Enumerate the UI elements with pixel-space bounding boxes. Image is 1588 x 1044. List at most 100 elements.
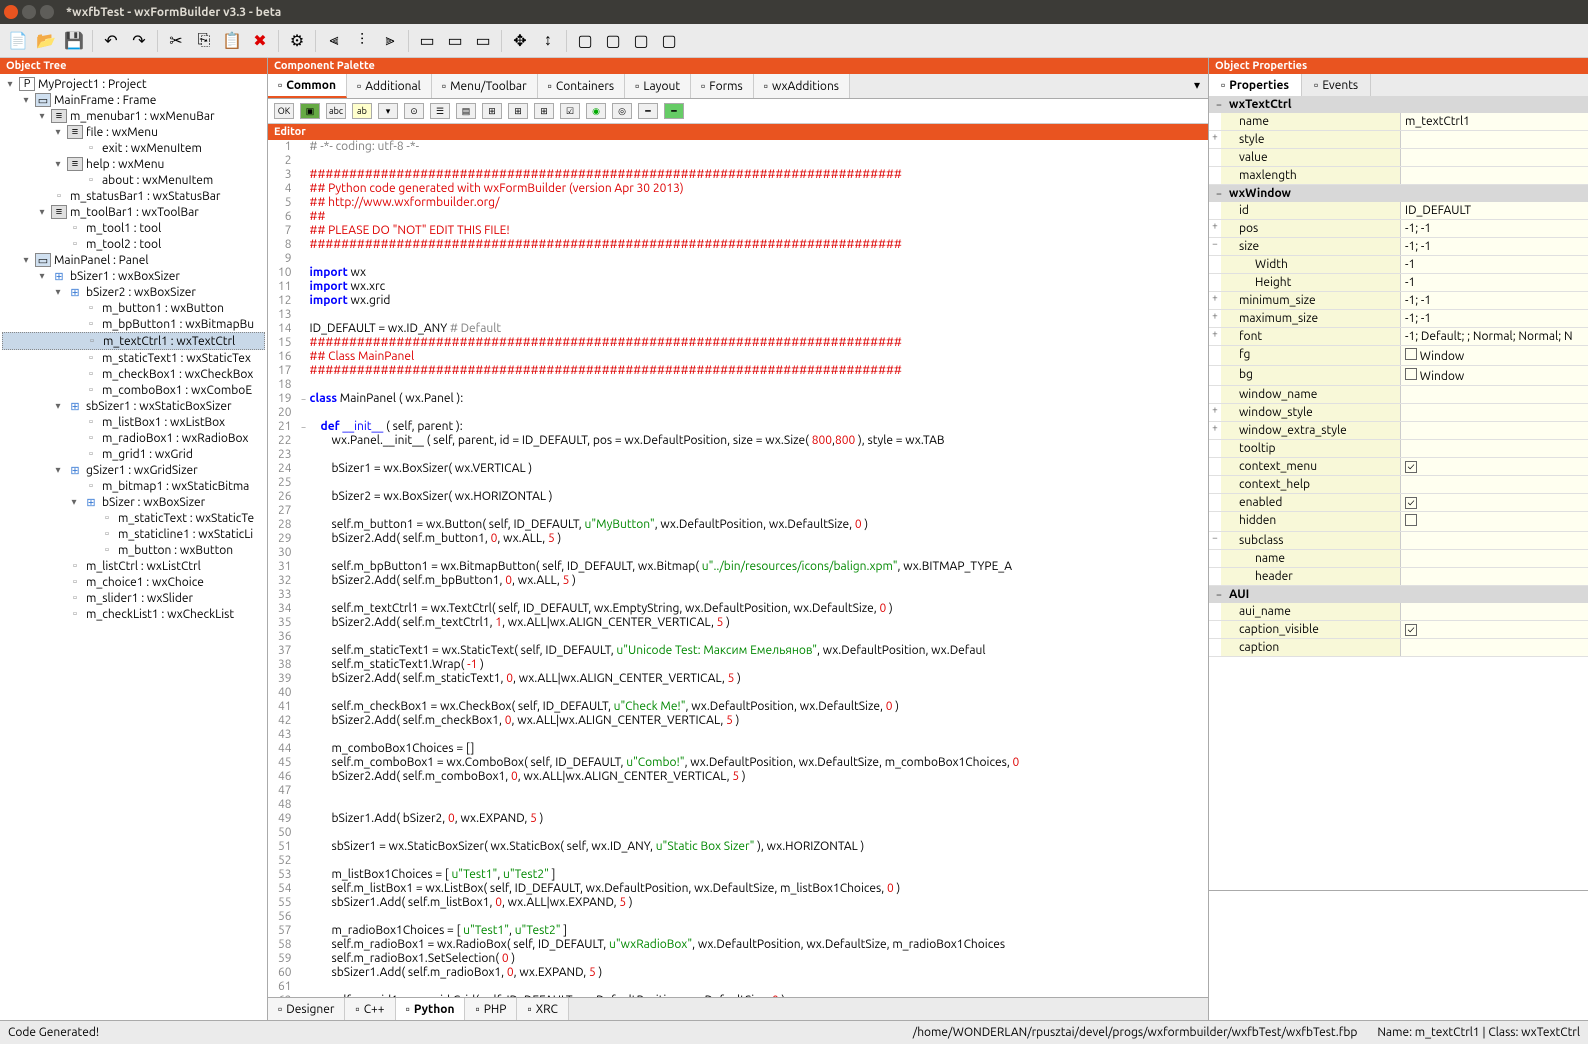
property-row[interactable]: context_help bbox=[1209, 476, 1588, 494]
property-row[interactable]: +pos-1; -1 bbox=[1209, 220, 1588, 238]
new-file-icon[interactable]: 📄 bbox=[6, 29, 30, 53]
property-row[interactable]: +font-1; Default; ; Normal; Normal; N bbox=[1209, 328, 1588, 346]
combobox-icon[interactable]: ▾ bbox=[378, 103, 398, 119]
grid2-icon[interactable]: ⊞ bbox=[508, 103, 528, 119]
tree-item[interactable]: ▫m_choice1 : wxChoice bbox=[2, 574, 265, 590]
slider-icon[interactable]: ━ bbox=[638, 103, 658, 119]
tree-item[interactable]: ▫m_staticText1 : wxStaticTex bbox=[2, 350, 265, 366]
palette-tab[interactable]: ▫Layout bbox=[625, 74, 691, 98]
palette-tab[interactable]: ▫Additional bbox=[347, 74, 432, 98]
property-row[interactable]: name bbox=[1209, 550, 1588, 568]
tree-item[interactable]: ▾PMyProject1 : Project bbox=[2, 76, 265, 92]
property-row[interactable]: +window_style bbox=[1209, 404, 1588, 422]
undo-icon[interactable]: ↶ bbox=[99, 29, 123, 53]
palette-dropdown-icon[interactable]: ▾ bbox=[1186, 74, 1208, 98]
listbox-icon[interactable]: ☰ bbox=[430, 103, 450, 119]
property-row[interactable]: Width-1 bbox=[1209, 256, 1588, 274]
border-icon[interactable]: ▢ bbox=[573, 29, 597, 53]
radiobox-icon[interactable]: ◎ bbox=[612, 103, 632, 119]
stretch-icon[interactable]: ↕ bbox=[536, 29, 560, 53]
property-row[interactable]: enabled✓ bbox=[1209, 494, 1588, 512]
align-right-icon[interactable]: ⫸ bbox=[378, 29, 402, 53]
editor-tab[interactable]: ▫Python bbox=[396, 998, 466, 1020]
button-widget-icon[interactable]: OK bbox=[274, 103, 294, 119]
property-row[interactable]: context_menu✓ bbox=[1209, 458, 1588, 476]
tree-item[interactable]: ▫m_comboBox1 : wxComboE bbox=[2, 382, 265, 398]
tree-item[interactable]: ▫m_button1 : wxButton bbox=[2, 300, 265, 316]
tree-item[interactable]: ▫m_listBox1 : wxListBox bbox=[2, 414, 265, 430]
editor-tab[interactable]: ▫XRC bbox=[517, 998, 568, 1020]
tree-item[interactable]: ▾⊞bSizer : wxBoxSizer bbox=[2, 494, 265, 510]
tree-item[interactable]: ▫m_checkList1 : wxCheckList bbox=[2, 606, 265, 622]
property-row[interactable]: aui_name bbox=[1209, 603, 1588, 621]
property-category[interactable]: −wxTextCtrl bbox=[1209, 96, 1588, 113]
window-close-button[interactable] bbox=[4, 5, 18, 19]
tree-item[interactable]: ▾▭MainFrame : Frame bbox=[2, 92, 265, 108]
border-icon[interactable]: ▢ bbox=[601, 29, 625, 53]
textctrl-icon[interactable]: ab bbox=[352, 103, 372, 119]
window-minimize-button[interactable] bbox=[22, 5, 36, 19]
tree-item[interactable]: ▫m_checkBox1 : wxCheckBox bbox=[2, 366, 265, 382]
palette-tab[interactable]: ▫Containers bbox=[538, 74, 626, 98]
tree-item[interactable]: ▾⊞bSizer1 : wxBoxSizer bbox=[2, 268, 265, 284]
property-tab[interactable]: ▫Events bbox=[1302, 74, 1371, 96]
border-icon[interactable]: ▢ bbox=[629, 29, 653, 53]
tree-item[interactable]: ▫m_tool2 : tool bbox=[2, 236, 265, 252]
window-maximize-button[interactable] bbox=[40, 5, 54, 19]
bitmap-button-icon[interactable]: ▣ bbox=[300, 103, 320, 119]
layout-icon[interactable]: ▭ bbox=[443, 29, 467, 53]
checkbox-icon[interactable]: ☑ bbox=[560, 103, 580, 119]
property-row[interactable]: caption_visible✓ bbox=[1209, 621, 1588, 639]
tree-item[interactable]: ▾≡file : wxMenu bbox=[2, 124, 265, 140]
gauge-icon[interactable]: ━ bbox=[664, 103, 684, 119]
radio-icon[interactable]: ◉ bbox=[586, 103, 606, 119]
tree-item[interactable]: ▾⊞sbSizer1 : wxStaticBoxSizer bbox=[2, 398, 265, 414]
tree-item[interactable]: ▫about : wxMenuItem bbox=[2, 172, 265, 188]
tree-item[interactable]: ▫m_grid1 : wxGrid bbox=[2, 446, 265, 462]
expand-icon[interactable]: ✥ bbox=[508, 29, 532, 53]
paste-icon[interactable]: 📋 bbox=[220, 29, 244, 53]
choice-icon[interactable]: ⊙ bbox=[404, 103, 424, 119]
property-row[interactable]: window_name bbox=[1209, 386, 1588, 404]
open-file-icon[interactable]: 📂 bbox=[34, 29, 58, 53]
property-row[interactable]: bg Window bbox=[1209, 366, 1588, 386]
tree-item[interactable]: ▫m_staticText : wxStaticTe bbox=[2, 510, 265, 526]
layout-icon[interactable]: ▭ bbox=[471, 29, 495, 53]
cut-icon[interactable]: ✂ bbox=[164, 29, 188, 53]
property-row[interactable]: −size-1; -1 bbox=[1209, 238, 1588, 256]
property-category[interactable]: −wxWindow bbox=[1209, 185, 1588, 202]
tree-item[interactable]: ▫m_textCtrl1 : wxTextCtrl bbox=[2, 332, 265, 350]
property-tab[interactable]: ▫Properties bbox=[1209, 74, 1302, 96]
property-row[interactable]: Height-1 bbox=[1209, 274, 1588, 292]
palette-tab[interactable]: ▫Forms bbox=[691, 74, 754, 98]
tree-item[interactable]: ▫m_bpButton1 : wxBitmapBu bbox=[2, 316, 265, 332]
tree-item[interactable]: ▫m_button : wxButton bbox=[2, 542, 265, 558]
generate-icon[interactable]: ⚙ bbox=[285, 29, 309, 53]
property-row[interactable]: −subclass bbox=[1209, 532, 1588, 550]
tree-item[interactable]: ▾≡m_menubar1 : wxMenuBar bbox=[2, 108, 265, 124]
tree-item[interactable]: ▫m_staticline1 : wxStaticLi bbox=[2, 526, 265, 542]
property-row[interactable]: maxlength bbox=[1209, 167, 1588, 185]
property-row[interactable]: hidden bbox=[1209, 512, 1588, 532]
align-center-icon[interactable]: ⫶ bbox=[350, 29, 374, 53]
property-row[interactable]: fg Window bbox=[1209, 346, 1588, 366]
border-icon[interactable]: ▢ bbox=[657, 29, 681, 53]
listctrl-icon[interactable]: ▤ bbox=[456, 103, 476, 119]
property-row[interactable]: idID_DEFAULT bbox=[1209, 202, 1588, 220]
palette-tab[interactable]: ▫Common bbox=[268, 74, 347, 98]
object-tree[interactable]: ▾PMyProject1 : Project▾▭MainFrame : Fram… bbox=[0, 74, 267, 1020]
palette-tab[interactable]: ▫wxAdditions bbox=[754, 74, 850, 98]
property-row[interactable]: tooltip bbox=[1209, 440, 1588, 458]
editor-tab[interactable]: ▫C++ bbox=[345, 998, 395, 1020]
property-row[interactable]: +window_extra_style bbox=[1209, 422, 1588, 440]
copy-icon[interactable]: ⎘ bbox=[192, 29, 216, 53]
property-row[interactable]: caption bbox=[1209, 639, 1588, 657]
property-category[interactable]: −AUI bbox=[1209, 586, 1588, 603]
delete-icon[interactable]: ✖ bbox=[248, 29, 272, 53]
editor-tab[interactable]: ▫Designer bbox=[268, 998, 345, 1020]
text-icon[interactable]: abc bbox=[326, 103, 346, 119]
property-row[interactable]: +style bbox=[1209, 131, 1588, 149]
align-left-icon[interactable]: ⫷ bbox=[322, 29, 346, 53]
palette-tab[interactable]: ▫Menu/Toolbar bbox=[432, 74, 538, 98]
tree-item[interactable]: ▾≡m_toolBar1 : wxToolBar bbox=[2, 204, 265, 220]
